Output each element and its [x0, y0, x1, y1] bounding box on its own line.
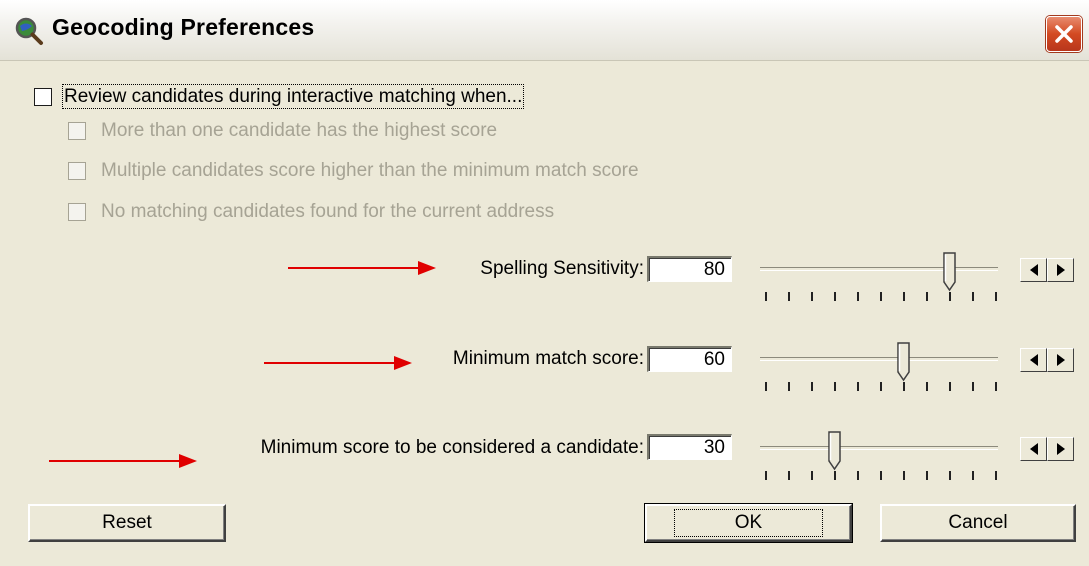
spelling-decrease-button[interactable]: [1020, 258, 1047, 282]
slider-tick: [765, 471, 767, 480]
review-candidates-label[interactable]: Review candidates during interactive mat…: [61, 84, 525, 109]
slider-tick: [926, 292, 928, 301]
slider-tick: [857, 471, 859, 480]
arrow-right-icon: [1056, 443, 1065, 455]
ok-button[interactable]: OK: [644, 503, 853, 543]
highest-score-label: More than one candidate has the highest …: [101, 120, 498, 141]
arrow-left-icon: [1029, 443, 1038, 455]
min-match-score-label: Minimum match score:: [452, 348, 644, 369]
slider-tick: [903, 471, 905, 480]
slider-tick: [995, 471, 997, 480]
slider-tick: [995, 292, 997, 301]
annotation-arrow-min-candidate: [49, 454, 197, 468]
slider-tick: [903, 382, 905, 391]
arrow-left-icon: [1029, 264, 1038, 276]
slider-tick: [972, 471, 974, 480]
min-candidate-increase-button[interactable]: [1047, 437, 1074, 461]
slider-tick: [811, 382, 813, 391]
window-title: Geocoding Preferences: [52, 14, 315, 40]
slider-tick: [926, 382, 928, 391]
spelling-sensitivity-input[interactable]: 80: [647, 256, 732, 282]
slider-tick: [857, 292, 859, 301]
slider-tick: [949, 382, 951, 391]
title-bar: Geocoding Preferences: [0, 0, 1089, 61]
highest-score-checkbox[interactable]: [68, 122, 86, 140]
min-candidate-score-label: Minimum score to be considered a candida…: [260, 437, 644, 458]
annotation-arrow-min-match: [264, 356, 412, 370]
slider-tick: [926, 471, 928, 480]
min-candidate-score-input[interactable]: 30: [647, 434, 732, 460]
slider-tick: [834, 292, 836, 301]
multiple-candidates-label: Multiple candidates score higher than th…: [101, 160, 639, 181]
spelling-slider-track: [760, 267, 998, 271]
arrow-right-icon: [1056, 264, 1065, 276]
min-candidate-spinner[interactable]: [1020, 437, 1074, 461]
annotation-arrow-spelling: [288, 261, 436, 275]
slider-tick: [834, 471, 836, 480]
slider-tick: [834, 382, 836, 391]
no-match-label: No matching candidates found for the cur…: [101, 201, 555, 222]
min-match-slider-thumb[interactable]: [897, 342, 911, 382]
ok-button-label: OK: [673, 509, 824, 537]
min-match-spinner[interactable]: [1020, 348, 1074, 372]
spelling-spinner[interactable]: [1020, 258, 1074, 282]
slider-tick: [995, 382, 997, 391]
slider-tick: [880, 292, 882, 301]
slider-tick: [880, 382, 882, 391]
slider-tick: [949, 471, 951, 480]
close-icon: [1055, 25, 1073, 43]
review-candidates-checkbox[interactable]: [34, 88, 52, 106]
spelling-sensitivity-label: Spelling Sensitivity:: [480, 258, 644, 279]
close-button[interactable]: [1046, 16, 1082, 52]
slider-tick: [765, 382, 767, 391]
slider-tick: [788, 382, 790, 391]
slider-tick: [788, 471, 790, 480]
review-candidates-text: Review candidates during interactive mat…: [61, 84, 525, 109]
slider-tick: [903, 292, 905, 301]
min-match-decrease-button[interactable]: [1020, 348, 1047, 372]
slider-tick: [949, 292, 951, 301]
cancel-button[interactable]: Cancel: [880, 504, 1076, 542]
slider-tick: [788, 292, 790, 301]
min-match-slider-track: [760, 357, 998, 361]
slider-tick: [811, 292, 813, 301]
slider-tick: [880, 471, 882, 480]
spelling-slider-thumb[interactable]: [943, 252, 957, 292]
arrow-left-icon: [1029, 354, 1038, 366]
slider-tick: [811, 471, 813, 480]
slider-tick: [765, 292, 767, 301]
reset-button[interactable]: Reset: [28, 504, 226, 542]
slider-tick: [857, 382, 859, 391]
slider-tick: [972, 382, 974, 391]
min-candidate-decrease-button[interactable]: [1020, 437, 1047, 461]
arrow-right-icon: [1056, 354, 1065, 366]
min-match-increase-button[interactable]: [1047, 348, 1074, 372]
min-candidate-slider-track: [760, 446, 998, 450]
slider-tick: [972, 292, 974, 301]
min-match-score-input[interactable]: 60: [647, 346, 732, 372]
spelling-increase-button[interactable]: [1047, 258, 1074, 282]
min-candidate-slider-thumb[interactable]: [828, 431, 842, 471]
magnifier-globe-icon: [15, 17, 43, 45]
no-match-checkbox[interactable]: [68, 203, 86, 221]
multiple-candidates-checkbox[interactable]: [68, 162, 86, 180]
